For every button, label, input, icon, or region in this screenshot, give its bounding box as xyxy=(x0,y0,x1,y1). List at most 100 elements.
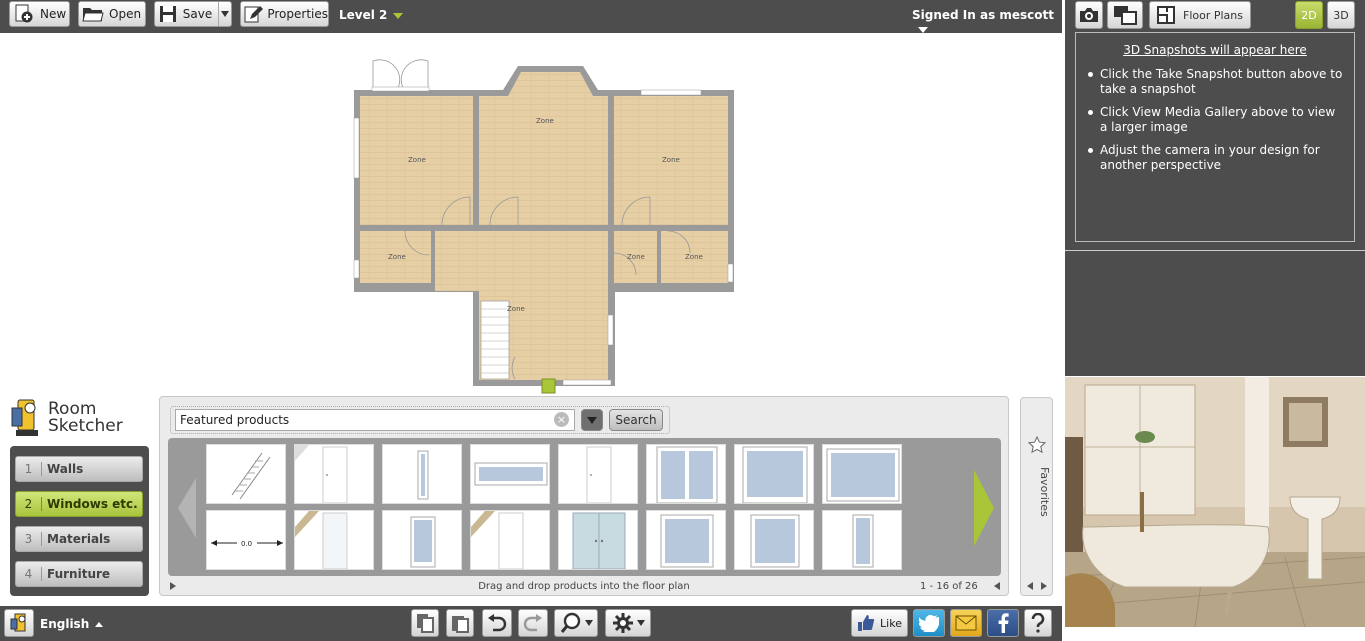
twitter-button[interactable] xyxy=(913,609,945,637)
sidebar-item-number: 4 xyxy=(16,567,42,581)
product-tile-narrow-window[interactable] xyxy=(382,444,462,504)
redo-icon xyxy=(523,614,542,632)
search-filter-dropdown[interactable] xyxy=(581,409,603,431)
new-label: New xyxy=(40,7,67,21)
product-tile-glass-double-door[interactable] xyxy=(558,510,638,570)
scroll-back-icon[interactable] xyxy=(994,582,1000,590)
floor-plans-label: Floor Plans xyxy=(1183,8,1243,22)
sidebar-item-materials[interactable]: 3 Materials xyxy=(15,526,143,552)
chevron-down-icon xyxy=(584,620,593,626)
clear-search-icon[interactable]: × xyxy=(554,412,569,427)
previous-page-arrow-icon[interactable] xyxy=(178,478,196,538)
paste-button[interactable] xyxy=(446,609,474,637)
favorites-tab[interactable]: Favorites xyxy=(1020,397,1053,596)
take-snapshot-button[interactable] xyxy=(1075,1,1103,29)
staircase[interactable] xyxy=(480,300,510,380)
chevron-down-icon xyxy=(587,416,597,424)
app-window: New Open Save Properties Level 2 Signed … xyxy=(0,0,1365,641)
product-tile-narrow-window[interactable] xyxy=(822,510,902,570)
media-gallery-button[interactable] xyxy=(1107,1,1143,29)
view-3d-button[interactable]: 3D xyxy=(1327,1,1355,29)
zone-label: Zone xyxy=(627,253,645,261)
product-tile-window[interactable] xyxy=(646,510,726,570)
room-floor[interactable] xyxy=(435,231,608,291)
right-panel: Floor Plans 2D 3D 3D Snapshots will appe… xyxy=(1063,0,1365,376)
help-button[interactable] xyxy=(1024,609,1052,637)
zoom-button[interactable] xyxy=(554,609,598,637)
product-tile-window[interactable] xyxy=(734,510,814,570)
product-search-bar: Featured products × Search xyxy=(170,406,670,434)
logo-mascot-icon xyxy=(11,399,38,436)
next-page-arrow-icon[interactable] xyxy=(974,470,994,546)
redo-button[interactable] xyxy=(518,609,548,637)
sidebar-item-furniture[interactable]: 4 Furniture xyxy=(15,561,143,587)
media-gallery-icon xyxy=(1114,6,1137,25)
floor-plan-canvas[interactable]: Zone Zone Zone Zone Zone Zone Zone xyxy=(0,33,1062,395)
snapshot-tip: Click the Take Snapshot button above to … xyxy=(1086,67,1344,97)
product-tile-window[interactable] xyxy=(822,444,902,504)
folder-icon xyxy=(81,3,105,25)
facebook-share-button[interactable] xyxy=(987,609,1019,637)
save-dropdown-chevron-icon[interactable] xyxy=(218,2,231,26)
view-2d-label: 2D xyxy=(1301,8,1317,22)
product-count: 1 - 16 of 26 xyxy=(920,581,978,592)
pencil-icon xyxy=(243,3,264,25)
product-tile-glass-door[interactable] xyxy=(294,510,374,570)
bathroom-3d-preview-image[interactable] xyxy=(1065,377,1365,627)
product-tile-opening[interactable]: 0.0 xyxy=(206,510,286,570)
properties-button[interactable]: Properties xyxy=(240,1,329,27)
settings-button[interactable] xyxy=(605,609,651,637)
product-tile-door[interactable] xyxy=(294,444,374,504)
zone-label: Zone xyxy=(507,305,525,313)
top-toolbar: New Open Save Properties Level 2 Signed … xyxy=(0,0,1062,33)
snapshot-heading[interactable]: 3D Snapshots will appear here xyxy=(1086,43,1344,57)
star-icon xyxy=(1028,436,1046,454)
language-label: English xyxy=(40,617,90,631)
undo-button[interactable] xyxy=(482,609,512,637)
level-selector[interactable]: Level 2 xyxy=(339,8,404,22)
snapshot-info-box: 3D Snapshots will appear here Click the … xyxy=(1075,32,1355,242)
open-label: Open xyxy=(109,7,142,21)
sidebar-item-walls[interactable]: 1 Walls xyxy=(15,456,143,482)
floor-plan-icon xyxy=(1157,6,1175,24)
email-share-button[interactable] xyxy=(950,609,982,637)
search-button[interactable]: Search xyxy=(609,409,663,431)
view-2d-button[interactable]: 2D xyxy=(1295,1,1323,29)
camera-icon xyxy=(1080,8,1098,22)
product-tile-window[interactable] xyxy=(734,444,814,504)
user-menu[interactable]: Signed In as mescott xyxy=(912,8,1062,36)
level-dropdown-icon xyxy=(393,12,404,19)
product-tile-door[interactable] xyxy=(558,444,638,504)
snapshot-tip: Click View Media Gallery above to view a… xyxy=(1086,105,1344,135)
category-sidebar: 1 Walls 2 Windows etc. 3 Materials 4 Furnitu… xyxy=(10,446,149,596)
roomsketcher-logo: Room Sketcher xyxy=(8,396,148,440)
entrance-marker-icon[interactable] xyxy=(541,378,556,394)
new-button[interactable]: New xyxy=(9,1,70,27)
favorites-next-icon[interactable] xyxy=(1041,582,1047,590)
product-tile-wide-window[interactable] xyxy=(470,444,550,504)
app-logo-button[interactable] xyxy=(4,609,34,637)
dimension-label: 0.0 xyxy=(241,540,252,548)
paste-icon xyxy=(452,616,469,633)
product-tile-staircase[interactable] xyxy=(206,444,286,504)
zone-label: Zone xyxy=(408,156,426,164)
facebook-like-button[interactable]: Like xyxy=(851,609,908,637)
thumbs-up-icon xyxy=(858,615,875,631)
drag-drop-hint: Drag and drop products into the floor pl… xyxy=(478,581,690,592)
open-button[interactable]: Open xyxy=(78,1,146,27)
language-selector[interactable]: English xyxy=(40,617,104,631)
sidebar-item-windows[interactable]: 2 Windows etc. xyxy=(15,491,143,517)
copy-button[interactable] xyxy=(411,609,439,637)
favorites-prev-icon[interactable] xyxy=(1027,582,1033,590)
product-search-input[interactable]: Featured products xyxy=(175,409,575,431)
sidebar-item-label: Windows etc. xyxy=(47,497,138,511)
save-button[interactable]: Save xyxy=(154,1,232,27)
product-tile-window[interactable] xyxy=(382,510,462,570)
signed-in-label: Signed In as mescott xyxy=(912,8,1055,22)
properties-label: Properties xyxy=(267,7,328,21)
zone-label: Zone xyxy=(685,253,703,261)
product-tile-door[interactable] xyxy=(470,510,550,570)
floor-plan: Zone Zone Zone Zone Zone Zone Zone xyxy=(353,59,734,394)
floor-plans-button[interactable]: Floor Plans xyxy=(1149,1,1251,29)
product-tile-double-window[interactable] xyxy=(646,444,726,504)
